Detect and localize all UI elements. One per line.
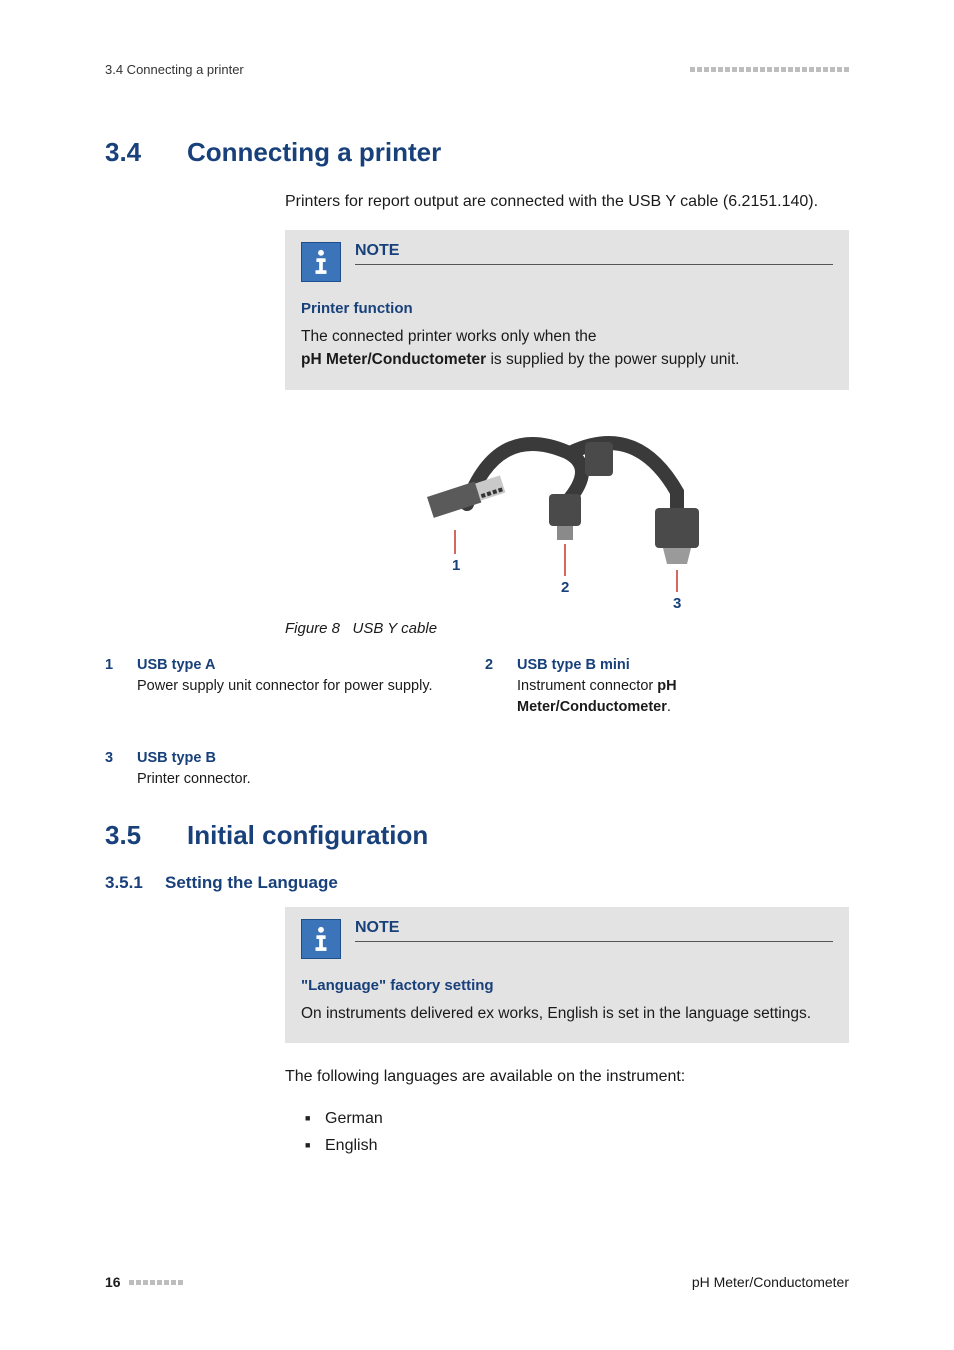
legend-item-3: 3 USB type B Printer connector. bbox=[105, 748, 445, 790]
heading-3-4: 3.4Connecting a printer bbox=[105, 137, 849, 168]
note-subtitle: Printer function bbox=[301, 300, 833, 317]
callout-3: 3 bbox=[673, 595, 681, 612]
heading-number: 3.4 bbox=[105, 137, 187, 168]
note-line1: The connected printer works only when th… bbox=[301, 328, 597, 345]
figure-number: Figure 8 bbox=[285, 620, 340, 637]
note-label: NOTE bbox=[355, 919, 833, 942]
legend-title: USB type B bbox=[137, 750, 216, 766]
legend-item-2: 2 USB type B mini Instrument connector p… bbox=[485, 655, 825, 718]
usb-y-cable-illustration: 1 2 3 bbox=[397, 412, 737, 612]
languages-intro: The following languages are available on… bbox=[285, 1065, 849, 1089]
note-bold: pH Meter/Conductometer bbox=[301, 351, 486, 368]
intro-paragraph: Printers for report output are connected… bbox=[285, 190, 849, 214]
note-body: The connected printer works only when th… bbox=[301, 325, 833, 372]
header-breadcrumb: 3.4 Connecting a printer bbox=[105, 62, 244, 77]
callout-2: 2 bbox=[561, 579, 569, 596]
note-label: NOTE bbox=[355, 242, 833, 265]
info-icon bbox=[301, 242, 341, 282]
list-item: English bbox=[305, 1132, 849, 1159]
note-box-printer: NOTE Printer function The connected prin… bbox=[285, 230, 849, 390]
callout-1: 1 bbox=[452, 557, 460, 574]
legend-desc-post: . bbox=[667, 699, 671, 715]
legend-num: 3 bbox=[105, 748, 119, 790]
note-subtitle: "Language" factory setting bbox=[301, 977, 833, 994]
figure-caption-text: USB Y cable bbox=[353, 620, 438, 637]
footer-dashes-icon bbox=[129, 1280, 183, 1285]
page-header: 3.4 Connecting a printer bbox=[105, 62, 849, 77]
header-dashes-icon bbox=[690, 67, 849, 72]
subheading-text: Setting the Language bbox=[165, 873, 338, 892]
figure-8: 1 2 3 Figure 8 USB Y cable bbox=[285, 412, 849, 637]
page-number: 16 bbox=[105, 1274, 121, 1290]
heading-text: Connecting a printer bbox=[187, 137, 441, 167]
note-line2: is supplied by the power supply unit. bbox=[486, 351, 739, 368]
legend-num: 2 bbox=[485, 655, 499, 718]
note-box-language: NOTE "Language" factory setting On instr… bbox=[285, 907, 849, 1043]
figure-legend: 1 USB type A Power supply unit connector… bbox=[105, 655, 849, 790]
heading-number: 3.5 bbox=[105, 820, 187, 851]
subheading-number: 3.5.1 bbox=[105, 873, 165, 893]
legend-title: USB type B mini bbox=[517, 657, 630, 673]
figure-caption: Figure 8 USB Y cable bbox=[285, 620, 849, 637]
heading-3-5: 3.5Initial configuration bbox=[105, 820, 849, 851]
language-list: German English bbox=[305, 1105, 849, 1159]
heading-text: Initial configuration bbox=[187, 820, 428, 850]
footer-product: pH Meter/Conductometer bbox=[692, 1274, 849, 1290]
legend-desc: Power supply unit connector for power su… bbox=[137, 678, 433, 694]
info-icon bbox=[301, 919, 341, 959]
legend-item-1: 1 USB type A Power supply unit connector… bbox=[105, 655, 445, 718]
legend-num: 1 bbox=[105, 655, 119, 718]
legend-desc-pre: Instrument connector bbox=[517, 678, 657, 694]
list-item: German bbox=[305, 1105, 849, 1132]
heading-3-5-1: 3.5.1Setting the Language bbox=[105, 873, 849, 893]
legend-title: USB type A bbox=[137, 657, 215, 673]
page-footer: 16 pH Meter/Conductometer bbox=[105, 1274, 849, 1290]
legend-desc: Printer connector. bbox=[137, 771, 251, 787]
note-body: On instruments delivered ex works, Engli… bbox=[301, 1002, 833, 1025]
